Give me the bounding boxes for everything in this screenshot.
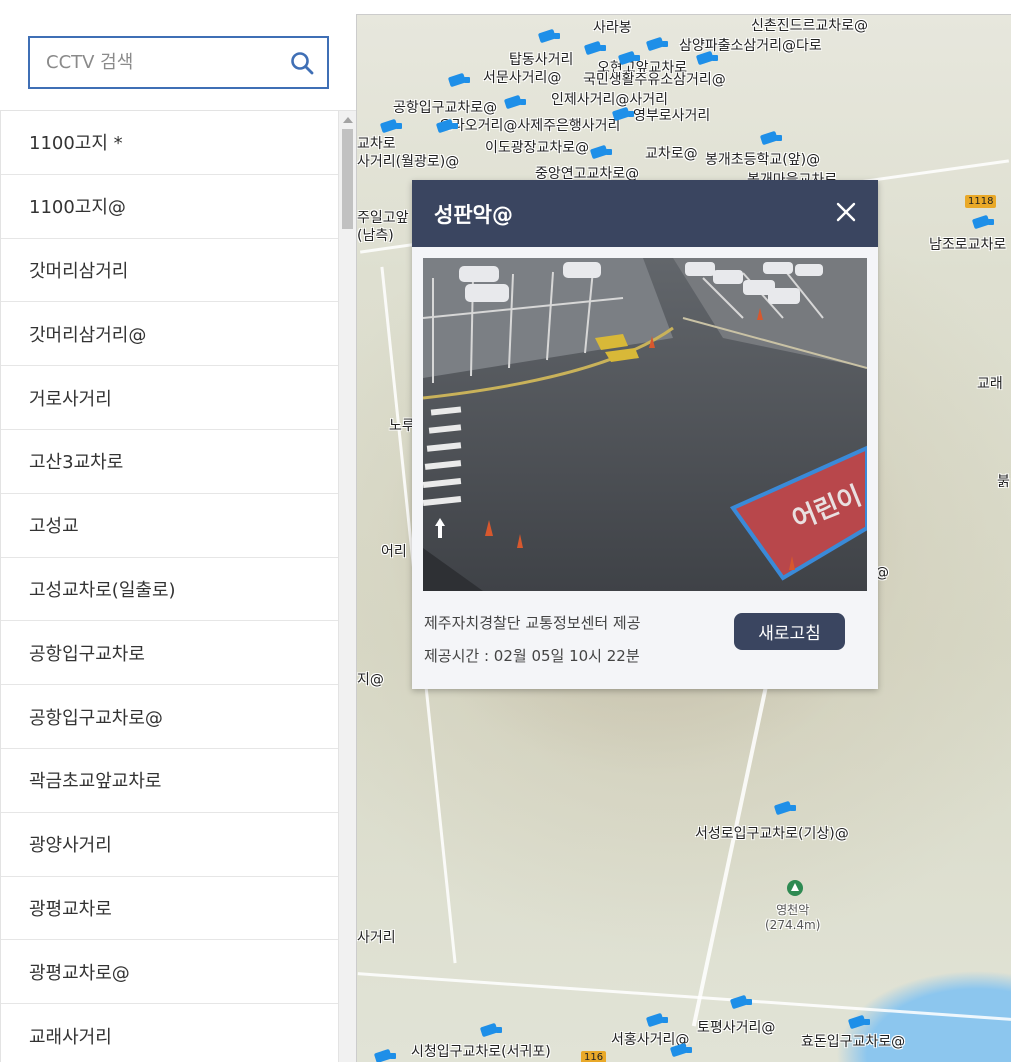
map-label: 노루 <box>389 418 415 434</box>
map-label: 사라봉 <box>593 20 632 36</box>
list-item[interactable]: 1100고지 * <box>1 111 338 175</box>
map-label: 영부로사거리 <box>633 108 711 124</box>
map-label: 시청입구교차로(서귀포) <box>411 1044 551 1060</box>
cctv-marker-icon[interactable] <box>849 1015 871 1029</box>
map-label: 교래 <box>977 376 1003 392</box>
cctv-marker-icon[interactable] <box>731 995 753 1009</box>
image-provider-text: 제주자치경찰단 교통정보센터 제공 <box>424 614 641 632</box>
popup-title: 성판악@ <box>434 203 513 227</box>
image-timestamp: 제공시간 : 02월 05일 10시 22분 <box>424 647 640 665</box>
search-input[interactable] <box>46 38 286 87</box>
cctv-marker-icon[interactable] <box>697 51 719 65</box>
list-item[interactable]: 교래사거리 <box>1 1004 338 1062</box>
cctv-sidebar: 1100고지 * 1100고지@ 갓머리삼거리 갓머리삼거리@ 거로사거리 고산… <box>0 0 356 1062</box>
cctv-marker-icon[interactable] <box>481 1023 503 1037</box>
list-item[interactable]: 광양사거리 <box>1 813 338 877</box>
map-label: (남측) <box>357 228 394 244</box>
map-label: 사거리(월광로)@ <box>357 154 460 170</box>
cctv-marker-icon[interactable] <box>539 29 561 43</box>
map-label: 교차로@ <box>645 146 698 162</box>
cctv-popup: 성판악@ 어린이 제주자치경찰단 교통정보센터 제공 제공시간: 02월 05… <box>412 180 878 689</box>
map-road <box>357 972 1011 1021</box>
cctv-marker-icon[interactable] <box>647 37 669 51</box>
road-number-badge: 116 <box>581 1051 607 1062</box>
cctv-marker-icon[interactable] <box>647 1013 669 1027</box>
map-label: 오라오거리@사제주은행사거리 <box>439 118 621 134</box>
list-item[interactable]: 갓머리삼거리@ <box>1 302 338 367</box>
scroll-thumb[interactable] <box>342 129 353 229</box>
cctv-marker-icon[interactable] <box>585 41 607 55</box>
search-icon[interactable] <box>289 50 315 76</box>
mountain-peak-icon <box>787 880 803 896</box>
cctv-marker-icon[interactable] <box>591 145 613 159</box>
map-label: 주일고앞 <box>357 210 409 226</box>
list-item[interactable]: 1100고지@ <box>1 175 338 239</box>
search-box <box>28 36 329 89</box>
cctv-marker-icon[interactable] <box>775 801 797 815</box>
list-item[interactable]: 갓머리삼거리 <box>1 239 338 303</box>
cctv-marker-icon[interactable] <box>381 119 403 133</box>
map-label: 영천악 (274.4m) <box>765 903 821 932</box>
map-label: 서성로입구교차로(기상)@ <box>695 826 849 842</box>
map-label: 토평사거리@ <box>697 1020 776 1036</box>
cctv-marker-icon[interactable] <box>505 95 527 109</box>
cctv-marker-icon[interactable] <box>761 131 783 145</box>
map-label: 국민생활주유소삼거리@ <box>583 72 726 88</box>
cctv-marker-icon[interactable] <box>619 51 641 65</box>
map-label: 탑동사거리 <box>509 52 574 68</box>
map-label: 남조로교차로 <box>929 237 1007 253</box>
map-label: 서문사거리@ <box>483 70 562 86</box>
list-item[interactable]: 광평교차로@ <box>1 940 338 1005</box>
cctv-list: 1100고지 * 1100고지@ 갓머리삼거리 갓머리삼거리@ 거로사거리 고산… <box>0 111 338 1062</box>
cctv-marker-icon[interactable] <box>671 1043 693 1057</box>
scroll-up-arrow-icon[interactable] <box>343 117 353 123</box>
cctv-marker-icon[interactable] <box>437 119 459 133</box>
map-label: 봉개초등학교(앞)@ <box>705 152 821 168</box>
list-item[interactable]: 고산3교차로 <box>1 430 338 494</box>
map-label: 신촌진드르교차로@ <box>751 18 869 34</box>
list-item[interactable]: 공항입구교차로 <box>1 621 338 686</box>
list-item[interactable]: 고성교 <box>1 494 338 558</box>
map-label: 이도광장교차로@ <box>485 140 590 156</box>
search-area <box>0 0 356 111</box>
list-item[interactable]: 공항입구교차로@ <box>1 685 338 749</box>
cctv-marker-icon[interactable] <box>449 73 471 87</box>
close-icon[interactable] <box>834 200 858 224</box>
refresh-button[interactable]: 새로고침 <box>734 613 845 650</box>
map-label: 효돈입구교차로@ <box>801 1034 906 1050</box>
map-label: 지@ <box>357 672 384 688</box>
cctv-marker-icon[interactable] <box>613 107 635 121</box>
cctv-camera-image: 어린이 <box>423 258 867 591</box>
list-item[interactable]: 고성교차로(일출로) <box>1 558 338 622</box>
cctv-marker-icon[interactable] <box>973 215 995 229</box>
map-label: 어리 <box>381 544 407 560</box>
map-label: 붉 <box>997 474 1010 490</box>
map-label: 교차로 <box>357 136 396 152</box>
list-item[interactable]: 광평교차로 <box>1 877 338 941</box>
cctv-marker-icon[interactable] <box>375 1049 397 1062</box>
list-item[interactable]: 거로사거리 <box>1 366 338 430</box>
popup-header: 성판악@ <box>412 180 878 247</box>
map-label: 공항입구교차로@ <box>393 100 498 116</box>
list-scrollbar[interactable] <box>338 111 356 1062</box>
map-label: 사거리 <box>357 930 396 946</box>
list-item[interactable]: 곽금초교앞교차로 <box>1 749 338 813</box>
road-number-badge: 1118 <box>965 195 997 208</box>
